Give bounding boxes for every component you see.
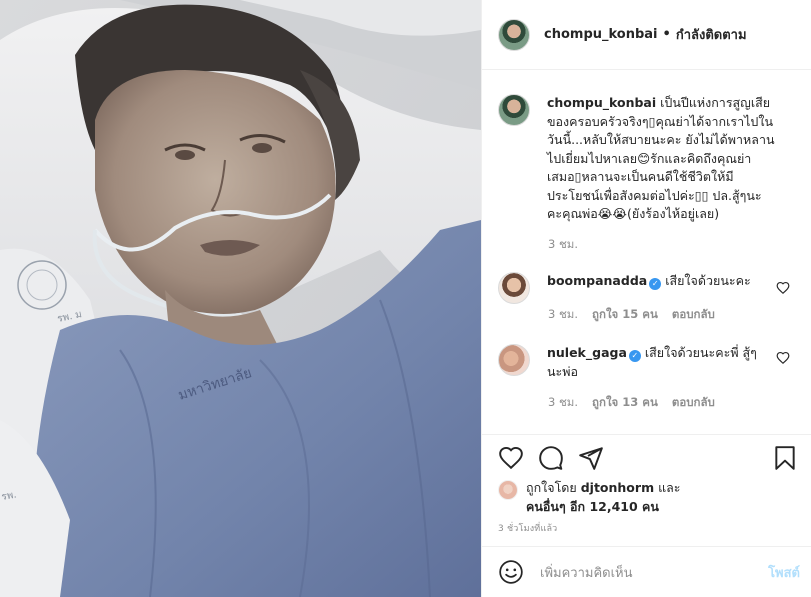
caption-meta: 3 ชม.: [548, 236, 592, 254]
comment-line: นะพ่อ: [547, 363, 579, 379]
comment-text: boompanadda ✓ เสียใจด้วยนะคะ: [547, 272, 777, 304]
caption-line: คะคุณพ่อ😭😭(ยังร้องไห้อยู่เลย): [547, 206, 720, 221]
caption-line: ประโยชน์เพื่อสังคมต่อไปค่ะ▯▯ ปล.สู้ๆนะ: [547, 187, 762, 203]
comment-username[interactable]: nulek_gaga: [547, 345, 627, 360]
comment-time[interactable]: 3 ชม.: [548, 306, 578, 324]
comment-composer: เพิ่มความคิดเห็น โพสต์: [482, 546, 811, 597]
comment-line: เสียใจด้วยนะคะ: [665, 273, 751, 288]
comment-text: nulek_gaga ✓ เสียใจด้วยนะคะพี่ สู้ๆ นะพ่อ: [547, 344, 777, 381]
share-icon[interactable]: [578, 445, 604, 471]
instagram-post-modal: รพ. ม มหาวิทยาลัย รพ. chompu_konbai • กำ…: [0, 0, 811, 597]
post-actions: ถูกใจโดย djtonhorm และ คนอื่นๆ อีก 12,41…: [482, 434, 811, 546]
post-comment-button[interactable]: โพสต์: [768, 562, 800, 583]
verified-badge-icon: ✓: [628, 350, 641, 362]
caption-line: ไปเยี่ยมไปหาเลย😊รักและคิดถึงคุณย่า: [547, 150, 752, 166]
liker-avatar[interactable]: [498, 480, 518, 500]
verified-badge-icon: ✓: [649, 278, 662, 290]
caption-line: เป็นปีแห่งการสูญเสีย: [660, 95, 771, 110]
caption-avatar[interactable]: [498, 94, 530, 126]
post-photo-illustration: รพ. ม มหาวิทยาลัย รพ.: [0, 0, 481, 597]
comment-meta: 3 ชม. ถูกใจ 15 คน ตอบกลับ: [548, 306, 729, 324]
reply-button[interactable]: ตอบกลับ: [672, 394, 715, 412]
likes-summary: ถูกใจโดย djtonhorm และ คนอื่นๆ อีก 12,41…: [498, 479, 681, 516]
comment-icon[interactable]: [538, 445, 564, 471]
comment-like-heart-icon[interactable]: [776, 351, 790, 365]
caption-time[interactable]: 3 ชม.: [548, 236, 578, 254]
comment-line: เสียใจด้วยนะคะพี่ สู้ๆ: [644, 345, 757, 360]
comment-avatar[interactable]: [498, 272, 530, 304]
caption-line: ของครอบครัวจริงๆ▯คุณย่าได้จากเราไปใน: [547, 113, 773, 129]
author-avatar[interactable]: [498, 18, 530, 51]
post-header: chompu_konbai • กำลังติดตาม: [482, 0, 811, 70]
post-time[interactable]: 3 ชั่วโมงที่แล้ว: [498, 521, 557, 535]
author-username[interactable]: chompu_konbai: [544, 27, 658, 42]
emoji-icon[interactable]: [498, 559, 524, 585]
comment-item: boompanadda ✓ เสียใจด้วยนะคะ: [498, 272, 798, 304]
likes-conjunction: และ: [658, 480, 681, 495]
caption-username[interactable]: chompu_konbai: [547, 95, 656, 110]
following-button[interactable]: กำลังติดตาม: [676, 24, 747, 45]
likes-prefix: ถูกใจโดย: [526, 480, 577, 495]
caption-text: chompu_konbai เป็นปีแห่งการสูญเสีย ของครอ…: [547, 94, 779, 224]
comment-avatar[interactable]: [498, 344, 530, 376]
post-photo: รพ. ม มหาวิทยาลัย รพ.: [0, 0, 481, 597]
likes-summary-text: ถูกใจโดย djtonhorm และ คนอื่นๆ อีก 12,41…: [526, 479, 681, 516]
post-side-panel: chompu_konbai • กำลังติดตาม chompu_konba…: [481, 0, 811, 597]
caption-line: เสมอ▯หลานจะเป็นคนดีใช้ชีวิตให้มี: [547, 169, 734, 184]
comment-input[interactable]: เพิ่มความคิดเห็น: [540, 562, 768, 583]
comment-time[interactable]: 3 ชม.: [548, 394, 578, 412]
comment-likes-count[interactable]: ถูกใจ 13 คน: [592, 394, 658, 412]
comments-list[interactable]: chompu_konbai เป็นปีแห่งการสูญเสีย ของครอ…: [482, 70, 811, 434]
header-separator: •: [662, 27, 671, 42]
bookmark-icon[interactable]: [772, 445, 798, 471]
comment-username[interactable]: boompanadda: [547, 273, 647, 288]
comment-meta: 3 ชม. ถูกใจ 13 คน ตอบกลับ: [548, 394, 729, 412]
comment-like-heart-icon[interactable]: [776, 281, 790, 295]
caption-item: chompu_konbai เป็นปีแห่งการสูญเสีย ของครอ…: [498, 94, 798, 224]
liker-username[interactable]: djtonhorm: [581, 480, 654, 495]
reply-button[interactable]: ตอบกลับ: [672, 306, 715, 324]
comment-item: nulek_gaga ✓ เสียใจด้วยนะคะพี่ สู้ๆ นะพ่อ: [498, 344, 798, 381]
heart-icon[interactable]: [498, 445, 524, 471]
likes-others-link[interactable]: คนอื่นๆ อีก 12,410 คน: [526, 499, 659, 514]
comment-likes-count[interactable]: ถูกใจ 15 คน: [592, 306, 658, 324]
caption-line: วันนี้...หลับให้สบายนะคะ ยังไม่ได้พาหลาน: [547, 132, 775, 147]
